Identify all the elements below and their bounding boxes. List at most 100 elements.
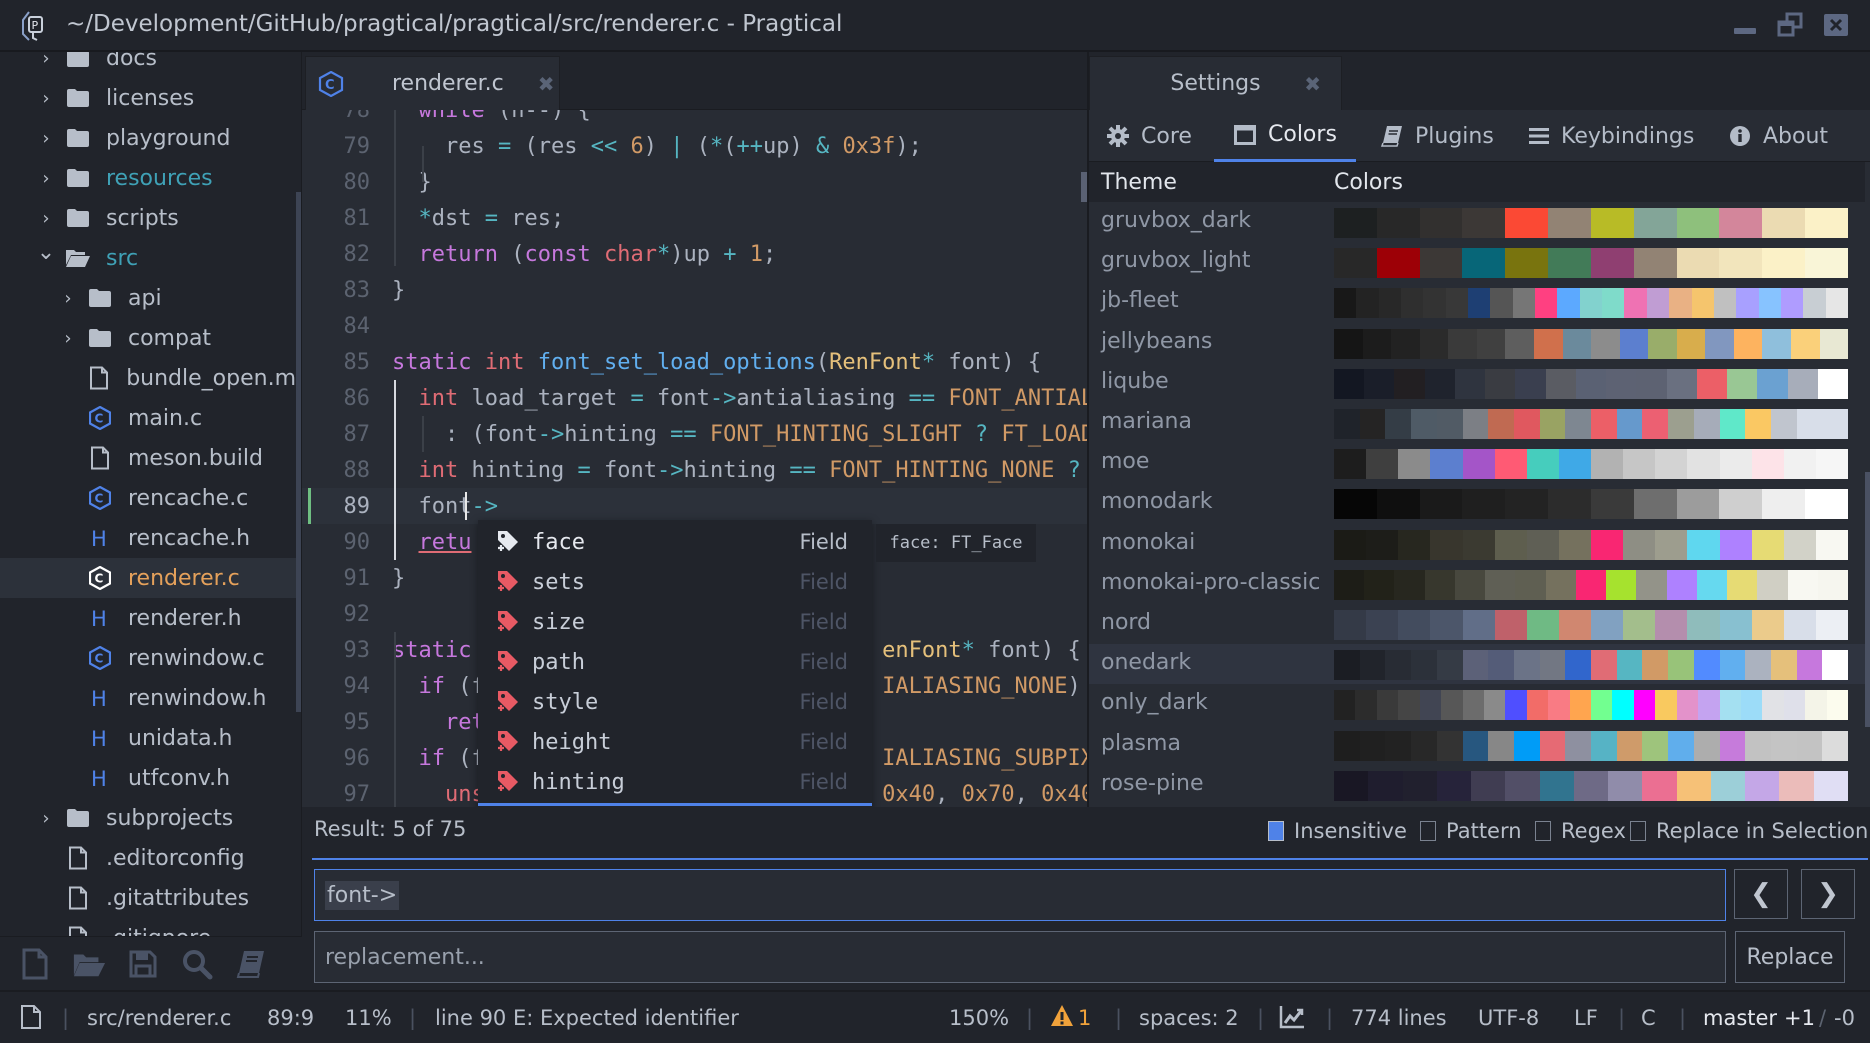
theme-row[interactable]: monokai	[1089, 524, 1865, 564]
status-zoom[interactable]: 150%	[949, 1006, 1009, 1030]
theme-row[interactable]: onedark	[1089, 644, 1865, 685]
code-line[interactable]: 78 while (n--) {	[302, 110, 1087, 128]
theme-row[interactable]: nord	[1089, 604, 1865, 644]
tree-item[interactable]: › playground	[0, 118, 296, 158]
tree-item[interactable]: Crenderer.c	[0, 558, 296, 598]
tree-item[interactable]: bundle_open.m	[0, 358, 296, 398]
status-file-path[interactable]: src/renderer.c	[87, 1006, 231, 1030]
save-icon[interactable]	[126, 947, 160, 981]
replace-input[interactable]: replacement...	[314, 931, 1726, 983]
search-icon[interactable]	[180, 947, 214, 981]
tree-item[interactable]: › docs	[0, 52, 296, 78]
status-cursor-position[interactable]: 89:9	[267, 1006, 314, 1030]
tree-item[interactable]: Hrenwindow.h	[0, 678, 296, 718]
code-line[interactable]: 84	[302, 308, 1087, 344]
status-indent[interactable]: spaces: 2	[1139, 1006, 1239, 1030]
theme-row[interactable]: plasma	[1089, 725, 1865, 765]
tab-close-icon[interactable]: ✖	[538, 72, 555, 96]
theme-row[interactable]: gruvbox_light	[1089, 242, 1865, 282]
settings-nav-colors[interactable]: Colors	[1214, 110, 1356, 162]
chart-icon[interactable]	[1279, 1005, 1305, 1029]
pattern-checkbox[interactable]	[1420, 821, 1436, 841]
settings-scrollbar[interactable]	[1865, 472, 1870, 727]
theme-row[interactable]: rose-pine	[1089, 765, 1865, 805]
find-previous-button[interactable]: ❮	[1734, 869, 1788, 919]
tree-item[interactable]: Hrenderer.h	[0, 598, 296, 638]
tree-item[interactable]: Crenwindow.c	[0, 638, 296, 678]
code-line[interactable]: 82 return (const char*)up + 1;	[302, 236, 1087, 272]
status-language[interactable]: C	[1641, 1006, 1656, 1030]
code-line[interactable]: 86 int load_target = font->antialiasing …	[302, 380, 1088, 416]
autocomplete-item[interactable]: sets Field	[478, 562, 872, 602]
theme-row[interactable]: only_dark	[1089, 684, 1865, 724]
chevron-right-icon[interactable]: ›	[36, 52, 56, 69]
settings-nav-keybindings[interactable]: Keybindings	[1529, 110, 1694, 162]
theme-row[interactable]: liqube	[1089, 363, 1865, 403]
new-file-icon[interactable]	[18, 947, 52, 981]
status-diagnostic[interactable]: line 90 E: Expected identifier	[435, 1006, 739, 1030]
option-insensitive[interactable]: Insensitive	[1268, 819, 1407, 843]
tree-item[interactable]: Cmain.c	[0, 398, 296, 438]
code-line[interactable]: 83}	[302, 272, 1087, 308]
theme-row[interactable]: monokai-pro-classic	[1089, 564, 1865, 604]
tree-item[interactable]: › scripts	[0, 198, 296, 238]
settings-nav-plugins[interactable]: Plugins	[1381, 110, 1494, 162]
find-next-button[interactable]: ❯	[1801, 869, 1855, 919]
theme-row[interactable]: mariana	[1089, 403, 1865, 443]
tree-item[interactable]: .gitignore	[0, 918, 296, 936]
settings-nav-about[interactable]: About	[1729, 110, 1828, 162]
code-line[interactable]: 80 }	[302, 164, 1087, 200]
theme-row[interactable]: monodark	[1089, 483, 1865, 523]
tree-item[interactable]: › api	[0, 278, 296, 318]
tree-item[interactable]: meson.build	[0, 438, 296, 478]
tree-item[interactable]: › resources	[0, 158, 296, 198]
chevron-right-icon[interactable]: ›	[36, 88, 56, 109]
tree-item[interactable]: ⌄ src	[0, 238, 296, 278]
option-replace-in-selection[interactable]: Replace in Selection	[1630, 819, 1868, 843]
tab-renderer-c[interactable]: C renderer.c ✖	[305, 56, 560, 110]
theme-row[interactable]: jb-fleet	[1089, 282, 1865, 322]
status-git-branch[interactable]: master	[1703, 1006, 1777, 1030]
status-warning-count[interactable]: 1	[1078, 1006, 1091, 1030]
chevron-down-icon[interactable]: ⌄	[36, 240, 56, 265]
tree-item[interactable]: › compat	[0, 318, 296, 358]
settings-tab-close-icon[interactable]: ✖	[1304, 72, 1321, 96]
chevron-right-icon[interactable]: ›	[58, 288, 78, 309]
autocomplete-item[interactable]: hinting Field	[478, 762, 872, 802]
tree-item[interactable]: .editorconfig	[0, 838, 296, 878]
option-pattern[interactable]: Pattern	[1420, 819, 1522, 843]
insensitive-checkbox[interactable]	[1268, 821, 1284, 841]
code-line[interactable]: 85 static int font_set_load_options(RenFo…	[302, 344, 1087, 380]
tree-item[interactable]: .gitattributes	[0, 878, 296, 918]
tree-item[interactable]: Hrencache.h	[0, 518, 296, 558]
open-folder-icon[interactable]	[72, 947, 106, 981]
tree-item[interactable]: Crencache.c	[0, 478, 296, 518]
tab-settings[interactable]: Settings ✖	[1089, 56, 1342, 110]
chevron-right-icon[interactable]: ›	[36, 808, 56, 829]
status-line-ending[interactable]: LF	[1574, 1006, 1598, 1030]
autocomplete-item[interactable]: size Field	[478, 602, 872, 642]
book-icon[interactable]	[234, 947, 268, 981]
chevron-right-icon[interactable]: ›	[58, 328, 78, 349]
restore-icon[interactable]	[1776, 12, 1804, 38]
chevron-right-icon[interactable]: ›	[36, 168, 56, 189]
replace-button[interactable]: Replace	[1735, 931, 1845, 983]
find-input[interactable]: font->	[314, 869, 1726, 921]
chevron-right-icon[interactable]: ›	[36, 208, 56, 229]
code-line[interactable]: 88 int hinting = font->hinting == FONT_H…	[302, 452, 1087, 488]
code-line[interactable]: 89 font->	[302, 488, 1087, 524]
regex-checkbox[interactable]	[1535, 821, 1551, 841]
replace-in-selection-checkbox[interactable]	[1630, 821, 1646, 841]
close-icon[interactable]	[1822, 12, 1850, 38]
warning-icon[interactable]	[1050, 1004, 1074, 1028]
chevron-right-icon[interactable]: ›	[36, 128, 56, 149]
option-regex[interactable]: Regex	[1535, 819, 1626, 843]
tree-item[interactable]: › licenses	[0, 78, 296, 118]
autocomplete-item[interactable]: height Field	[478, 722, 872, 762]
status-encoding[interactable]: UTF-8	[1478, 1006, 1539, 1030]
tree-item[interactable]: Hunidata.h	[0, 718, 296, 758]
autocomplete-item[interactable]: path Field	[478, 642, 872, 682]
tree-item[interactable]: Hutfconv.h	[0, 758, 296, 798]
theme-row[interactable]: moe	[1089, 443, 1865, 483]
minimize-icon[interactable]	[1730, 12, 1758, 38]
